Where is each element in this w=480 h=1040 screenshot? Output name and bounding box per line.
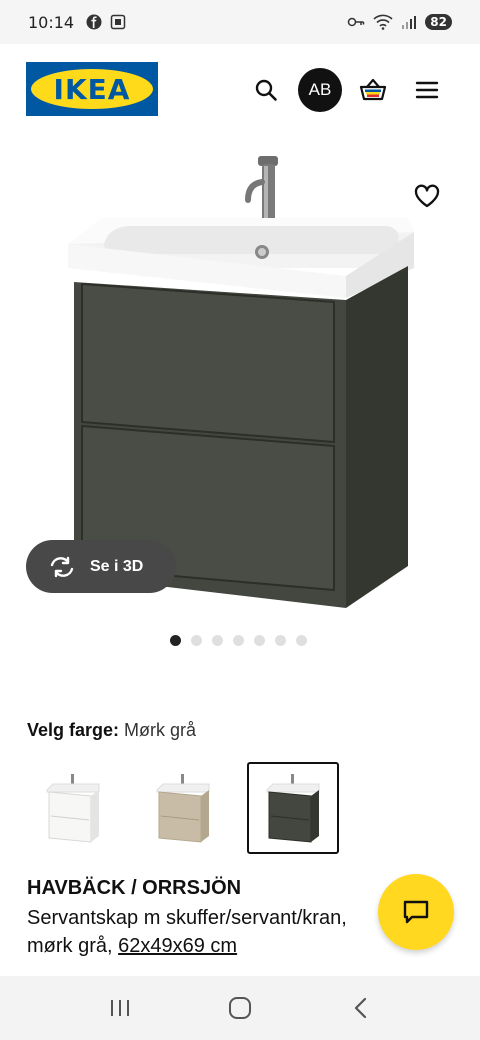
status-time: 10:14 bbox=[28, 12, 75, 32]
ikea-logo[interactable]: IKEA bbox=[26, 62, 158, 116]
carousel-dot[interactable] bbox=[275, 635, 286, 646]
chat-icon bbox=[403, 900, 429, 924]
product-name: HAVBÄCK / ORRSJÖN bbox=[27, 877, 242, 899]
status-bar: 10:14 82 bbox=[0, 0, 480, 44]
facebook-icon bbox=[86, 14, 102, 30]
view-in-3d-label: Se i 3D bbox=[90, 557, 144, 575]
home-icon bbox=[229, 997, 251, 1019]
carousel-dot[interactable] bbox=[191, 635, 202, 646]
search-icon bbox=[255, 79, 277, 101]
carousel-dot[interactable] bbox=[233, 635, 244, 646]
view-in-3d-button[interactable]: Se i 3D bbox=[26, 540, 176, 593]
favourite-button[interactable] bbox=[405, 176, 449, 216]
recents-icon bbox=[111, 1000, 129, 1016]
wifi-icon bbox=[373, 14, 393, 30]
carousel-dot[interactable] bbox=[170, 635, 181, 646]
swatch-beige[interactable] bbox=[137, 762, 229, 854]
basket-button[interactable] bbox=[351, 68, 395, 112]
logo-text: IKEA bbox=[53, 72, 131, 106]
screenshot-icon bbox=[110, 14, 126, 30]
menu-button[interactable] bbox=[405, 68, 449, 112]
account-avatar[interactable]: AB bbox=[298, 68, 342, 112]
battery-level: 82 bbox=[425, 14, 452, 30]
search-button[interactable] bbox=[244, 68, 288, 112]
color-value: Mørk grå bbox=[124, 720, 197, 740]
recent-apps-button[interactable] bbox=[100, 988, 140, 1028]
key-icon bbox=[348, 17, 365, 27]
swatch-white[interactable] bbox=[27, 762, 119, 854]
carousel-dot[interactable] bbox=[296, 635, 307, 646]
swatch-dark-grey[interactable] bbox=[247, 762, 339, 854]
back-icon bbox=[354, 997, 367, 1019]
chat-button[interactable] bbox=[378, 874, 454, 950]
app-header: IKEA AB bbox=[0, 44, 480, 136]
menu-icon bbox=[415, 81, 439, 99]
color-swatches bbox=[27, 762, 339, 854]
product-size-link[interactable]: 62x49x69 cm bbox=[118, 935, 237, 957]
heart-icon bbox=[414, 184, 440, 208]
product-description: Servantskap m skuffer/servant/kran, mørk… bbox=[27, 904, 387, 960]
carousel-dots bbox=[170, 635, 307, 646]
rotate-3d-icon bbox=[50, 556, 74, 577]
basket-icon bbox=[359, 78, 387, 101]
carousel-dot[interactable] bbox=[212, 635, 223, 646]
back-button[interactable] bbox=[340, 988, 380, 1028]
color-label: Velg farge: bbox=[27, 720, 120, 740]
home-button[interactable] bbox=[220, 988, 260, 1028]
signal-icon bbox=[402, 16, 417, 29]
color-selector-label: Velg farge: Mørk grå bbox=[27, 720, 196, 741]
system-nav-bar bbox=[0, 976, 480, 1040]
carousel-dot[interactable] bbox=[254, 635, 265, 646]
